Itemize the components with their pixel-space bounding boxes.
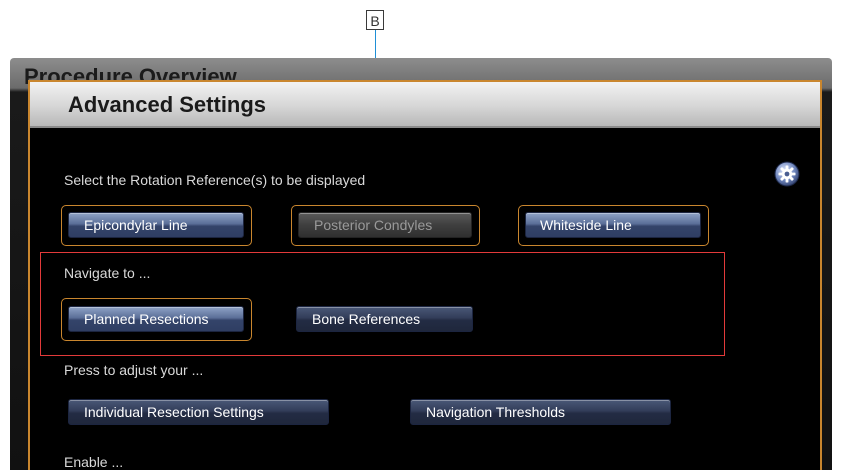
callout-marker-b: B: [366, 10, 384, 30]
epicondylar-line-button[interactable]: Epicondylar Line: [68, 212, 244, 238]
planned-resections-button[interactable]: Planned Resections: [68, 306, 244, 332]
navigation-thresholds-button[interactable]: Navigation Thresholds: [410, 399, 671, 425]
navigate-to-label: Navigate to ...: [64, 265, 151, 281]
rotation-reference-label: Select the Rotation Reference(s) to be d…: [64, 172, 366, 188]
enable-label: Enable ...: [64, 454, 124, 470]
adjust-label: Press to adjust your ...: [64, 362, 204, 378]
gear-icon[interactable]: [774, 161, 800, 187]
individual-resection-settings-button[interactable]: Individual Resection Settings: [68, 399, 329, 425]
posterior-condyles-button[interactable]: Posterior Condyles: [298, 212, 472, 238]
dialog-header: Advanced Settings: [30, 82, 820, 128]
dialog-title: Advanced Settings: [68, 92, 267, 117]
bone-references-button[interactable]: Bone References: [296, 306, 473, 332]
whiteside-line-button[interactable]: Whiteside Line: [525, 212, 701, 238]
